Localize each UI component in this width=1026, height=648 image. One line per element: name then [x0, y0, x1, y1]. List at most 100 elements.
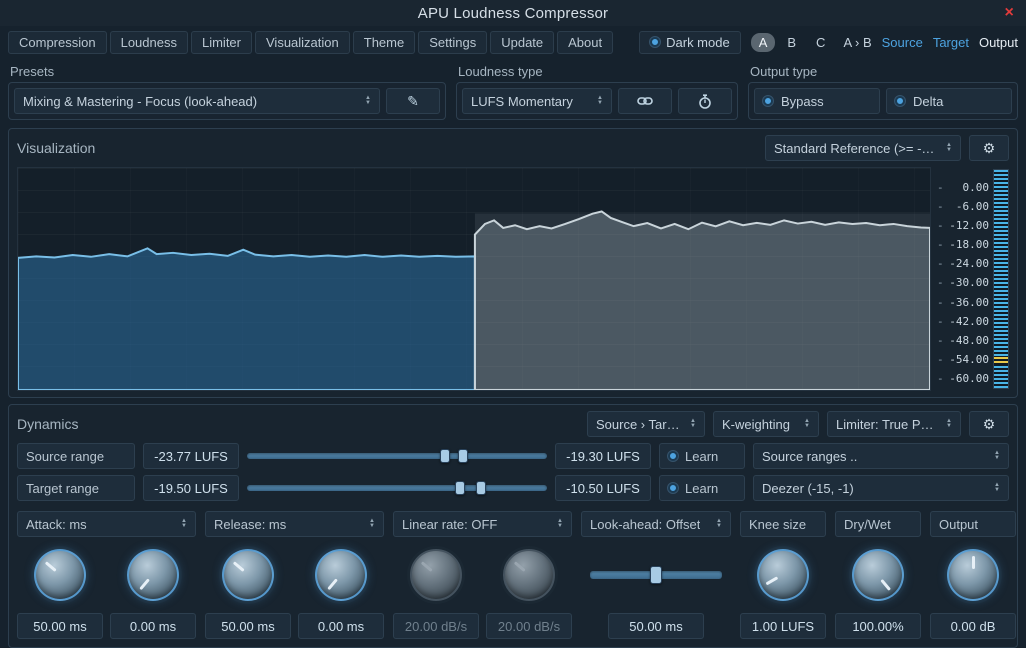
- preset-dropdown-value: Source ranges ..: [762, 449, 857, 464]
- tick-mark: -: [937, 238, 944, 251]
- learn-radio-icon: [668, 483, 678, 493]
- dark-mode-label: Dark mode: [666, 35, 730, 50]
- mode-dropdown[interactable]: Source › Target ▲ ▼: [587, 411, 705, 437]
- waveform-plot: [18, 168, 930, 390]
- link-channels-button[interactable]: [618, 88, 672, 114]
- release-time-knob[interactable]: [222, 549, 274, 601]
- ab-button-a[interactable]: A: [751, 33, 776, 52]
- dynamics-settings-button[interactable]: ⚙: [969, 411, 1009, 437]
- output-gain-knob[interactable]: [947, 549, 999, 601]
- group-header-look-ahead-offset[interactable]: Look-ahead: Offset▲▼: [581, 511, 731, 537]
- knee-size-knob[interactable]: [757, 549, 809, 601]
- output-type-panel: Bypass Delta: [748, 82, 1018, 120]
- knob-indicator: [44, 562, 56, 573]
- menu-item-loudness[interactable]: Loudness: [110, 31, 188, 54]
- target-waveform: [475, 212, 930, 390]
- dark-mode-toggle[interactable]: Dark mode: [639, 31, 741, 54]
- attack-time-value: 50.00 ms: [17, 613, 103, 639]
- stepper-down-icon: ▼: [557, 524, 563, 529]
- tick-value: -24.00: [949, 257, 989, 270]
- monitor-output-button[interactable]: Output: [979, 35, 1018, 50]
- group-cells: [205, 546, 384, 604]
- menu-item-theme[interactable]: Theme: [353, 31, 415, 54]
- group-header-linear-rate-off[interactable]: Linear rate: OFF▲▼: [393, 511, 572, 537]
- release-secondary-knob[interactable]: [315, 549, 367, 601]
- menu-item-about[interactable]: About: [557, 31, 613, 54]
- visualization-title: Visualization: [17, 140, 95, 156]
- slider-handle[interactable]: [650, 566, 662, 584]
- attack-secondary-knob[interactable]: [127, 549, 179, 601]
- group-values: 0.00 dB: [930, 613, 1016, 639]
- weighting-dropdown[interactable]: K-weighting ▲ ▼: [713, 411, 819, 437]
- timer-button[interactable]: [678, 88, 732, 114]
- limiter-dropdown[interactable]: Limiter: True Peak ▲ ▼: [827, 411, 961, 437]
- close-icon[interactable]: ×: [1004, 4, 1014, 22]
- learn-label: Learn: [685, 481, 718, 496]
- group-dry-wet: Dry/Wet100.00%: [835, 511, 921, 639]
- source-range-slider[interactable]: [247, 448, 547, 464]
- preset-dropdown[interactable]: Mixing & Mastering - Focus (look-ahead) …: [14, 88, 380, 114]
- source-range-learn-button[interactable]: Learn: [659, 443, 745, 469]
- dynamics-controls: Attack: ms▲▼50.00 ms0.00 msRelease: ms▲▼…: [17, 511, 1009, 639]
- ab-copy-button[interactable]: A › B: [843, 35, 871, 50]
- knob-indicator: [881, 579, 892, 591]
- menu-item-settings[interactable]: Settings: [418, 31, 487, 54]
- stopwatch-icon: [698, 94, 712, 109]
- target-range-label[interactable]: Target range: [17, 475, 135, 501]
- tick-mark: -: [937, 200, 944, 213]
- menu-item-limiter[interactable]: Limiter: [191, 31, 252, 54]
- ab-button-b[interactable]: B: [779, 33, 804, 52]
- waveform-display[interactable]: [17, 167, 931, 391]
- menu-item-update[interactable]: Update: [490, 31, 554, 54]
- bypass-radio[interactable]: Bypass: [754, 88, 880, 114]
- source-range-row: Source range-23.77 LUFS-19.30 LUFSLearnS…: [17, 443, 1009, 469]
- tick-mark: -: [937, 181, 944, 194]
- visualization-settings-button[interactable]: ⚙: [969, 135, 1009, 161]
- delta-label: Delta: [913, 94, 943, 109]
- source-range-label[interactable]: Source range: [17, 443, 135, 469]
- menu-item-visualization[interactable]: Visualization: [255, 31, 350, 54]
- stepper-icon: ▲ ▼: [597, 96, 603, 106]
- tick-mark: -: [937, 296, 944, 309]
- group-header-attack-ms[interactable]: Attack: ms▲▼: [17, 511, 196, 537]
- target-range-preset-dropdown[interactable]: Deezer (-15, -1)▲▼: [753, 475, 1009, 501]
- control-cell: [205, 546, 291, 604]
- preset-edit-button[interactable]: ✎: [386, 88, 440, 114]
- control-cell: [298, 546, 384, 604]
- loudness-type-dropdown[interactable]: LUFS Momentary ▲ ▼: [462, 88, 612, 114]
- control-cell: [17, 546, 103, 604]
- monitor-source-button[interactable]: Source: [882, 35, 923, 50]
- group-header-label: Look-ahead: Offset: [590, 517, 700, 532]
- target-range-learn-button[interactable]: Learn: [659, 475, 745, 501]
- attack-time-knob[interactable]: [34, 549, 86, 601]
- group-header-output[interactable]: Output: [930, 511, 1016, 537]
- source-range-preset-dropdown[interactable]: Source ranges ..▲▼: [753, 443, 1009, 469]
- look-ahead-slider[interactable]: [590, 566, 722, 584]
- slider-handle[interactable]: [458, 449, 468, 463]
- group-header-knee-size[interactable]: Knee size: [740, 511, 826, 537]
- target-range-slider[interactable]: [247, 480, 547, 496]
- ab-button-c[interactable]: C: [808, 33, 833, 52]
- slider-handle[interactable]: [440, 449, 450, 463]
- slider-handle[interactable]: [476, 481, 486, 495]
- knob-indicator: [513, 562, 525, 573]
- ab-snapshot-buttons: ABC: [751, 33, 834, 52]
- group-header-label: Linear rate: OFF: [402, 517, 497, 532]
- stepper-down-icon: ▼: [181, 524, 187, 529]
- group-values: 1.00 LUFS: [740, 613, 826, 639]
- menu-item-compression[interactable]: Compression: [8, 31, 107, 54]
- loudness-type-section: Loudness type LUFS Momentary ▲ ▼: [456, 62, 738, 120]
- dry-wet-knob[interactable]: [852, 549, 904, 601]
- output-gain-value: 0.00 dB: [930, 613, 1016, 639]
- group-header-dry-wet[interactable]: Dry/Wet: [835, 511, 921, 537]
- visualization-body: -0.00--6.00--12.00--18.00--24.00--30.00-…: [17, 167, 1009, 391]
- delta-radio[interactable]: Delta: [886, 88, 1012, 114]
- monitor-target-button[interactable]: Target: [933, 35, 969, 50]
- slider-track: [247, 453, 547, 459]
- value-cell: 50.00 ms: [17, 613, 103, 639]
- slider-handle[interactable]: [455, 481, 465, 495]
- group-header-release-ms[interactable]: Release: ms▲▼: [205, 511, 384, 537]
- tick-value: -48.00: [949, 334, 989, 347]
- reference-dropdown[interactable]: Standard Reference (>= -60) ▲ ▼: [765, 135, 961, 161]
- knob-pointer: [26, 541, 94, 609]
